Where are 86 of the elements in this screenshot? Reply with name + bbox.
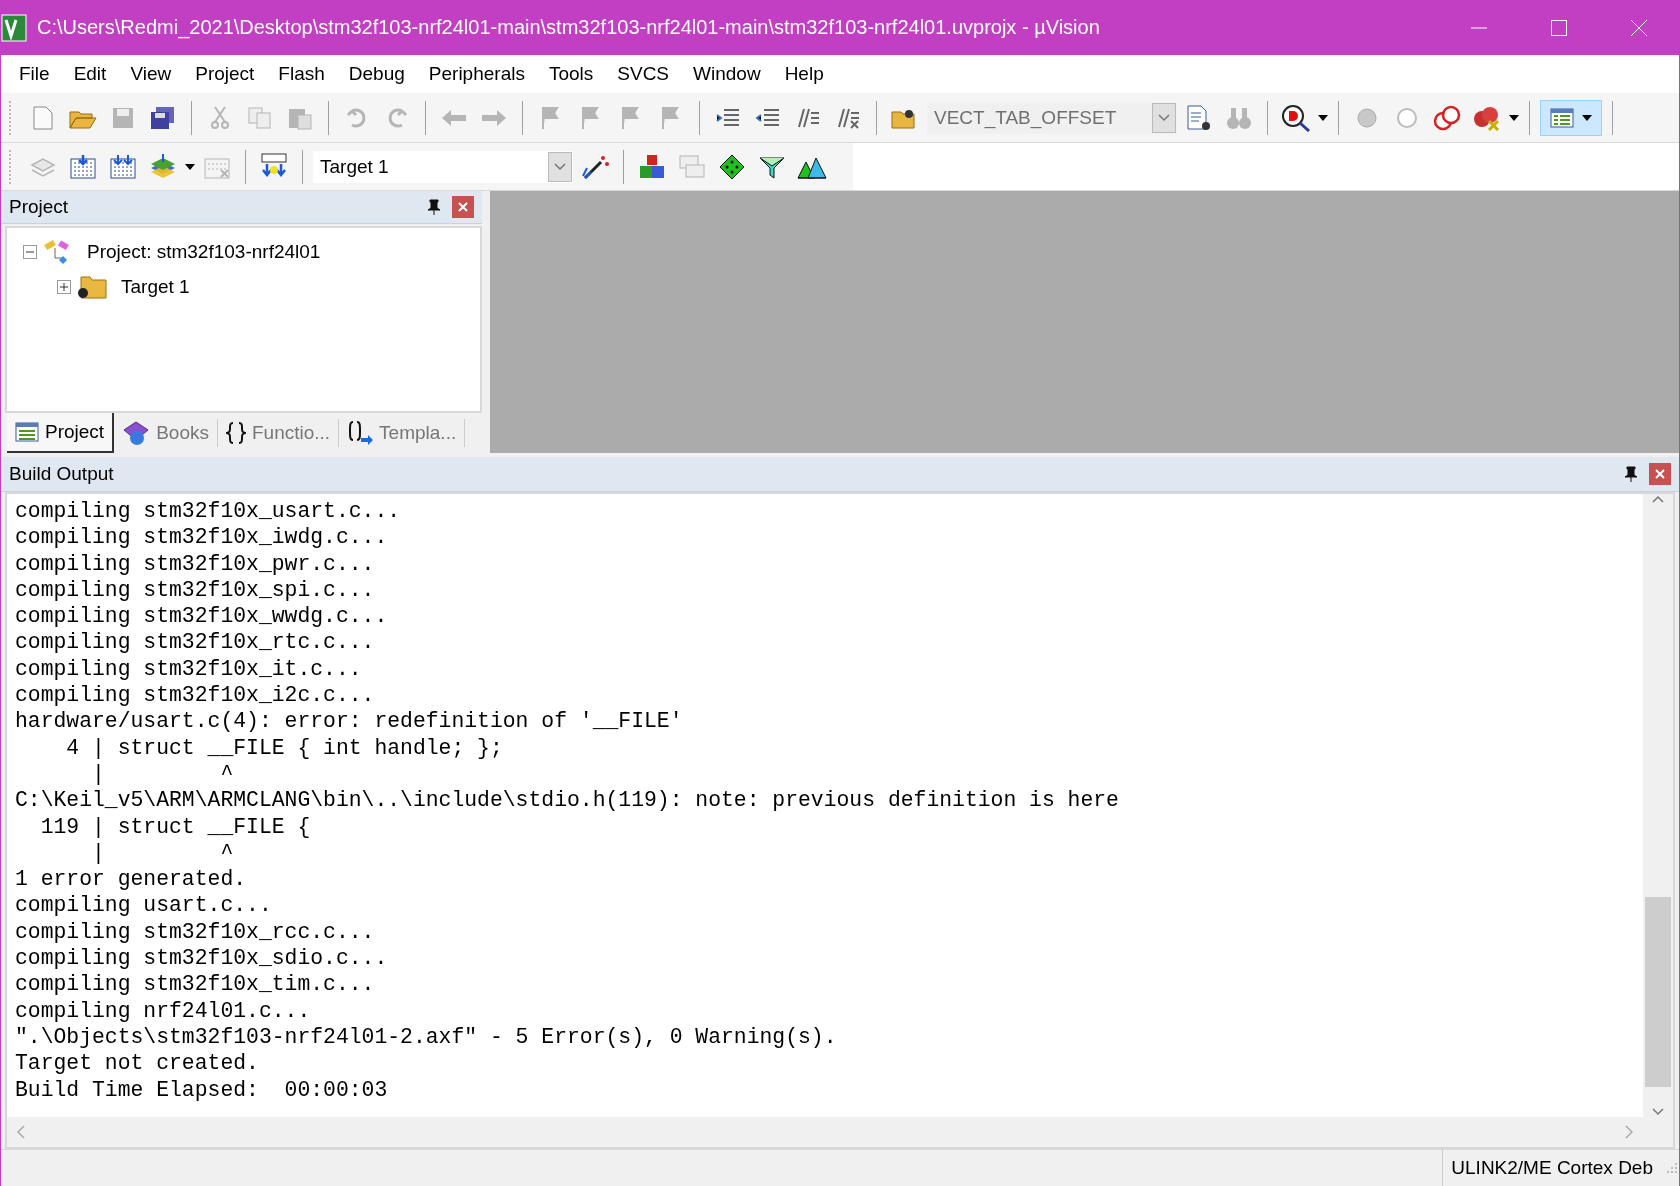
chevron-down-icon[interactable] bbox=[553, 161, 567, 172]
output-line: compiling stm32f10x_iwdg.c... bbox=[15, 524, 389, 551]
uncomment-icon[interactable] bbox=[836, 106, 860, 129]
output-line: Build Time Elapsed: 00:00:03 bbox=[15, 1076, 389, 1103]
batch-build-icon[interactable] bbox=[149, 153, 177, 180]
output-line: compiling stm32f10x_pwr.c... bbox=[15, 550, 376, 577]
debug-magnifier-icon[interactable] bbox=[1281, 103, 1311, 132]
menu-item[interactable]: Help bbox=[772, 63, 836, 85]
scroll-down-icon[interactable] bbox=[1651, 1107, 1665, 1117]
menu-item[interactable]: SVCS bbox=[605, 63, 682, 85]
output-line: compiling stm32f10x_i2c.c... bbox=[15, 682, 376, 709]
target-folder-icon bbox=[77, 274, 107, 299]
project-window-icon bbox=[15, 422, 39, 442]
output-line: compiling stm32f10x_it.c... bbox=[15, 655, 363, 683]
pin-icon[interactable] bbox=[1625, 466, 1637, 482]
output-line: compiling stm32f10x_tim.c... bbox=[15, 971, 376, 998]
diamond-icon[interactable] bbox=[719, 153, 745, 180]
tab-label: Templa... bbox=[379, 422, 457, 444]
magic-wand-icon[interactable] bbox=[581, 153, 609, 180]
menu-item[interactable]: Project bbox=[183, 63, 267, 85]
caret-icon[interactable] bbox=[1509, 114, 1519, 121]
panel-tab[interactable]: Books bbox=[114, 419, 218, 447]
close-button[interactable] bbox=[1649, 463, 1671, 485]
menu-item[interactable]: Peripherals bbox=[416, 63, 537, 85]
unindent-icon[interactable] bbox=[756, 106, 780, 129]
tab-label: Functio... bbox=[251, 422, 331, 444]
output-line: | ^ bbox=[91, 839, 235, 867]
output-line: 1 error generated. bbox=[15, 866, 248, 893]
caret-icon[interactable] bbox=[185, 163, 195, 170]
menu-item[interactable]: Debug bbox=[336, 63, 417, 85]
pin-icon[interactable] bbox=[428, 199, 440, 215]
panel-tab[interactable]: Templa... bbox=[339, 419, 466, 447]
output-line: ".\Objects\stm32f103-nrf24l01-2.axf" - 5 Error(s), 0 Warning(s). bbox=[15, 1023, 838, 1051]
panel-tab[interactable]: Project bbox=[7, 413, 115, 453]
component-blocks-icon[interactable] bbox=[639, 153, 665, 180]
caret-icon[interactable] bbox=[1318, 114, 1328, 121]
output-line: compiling stm32f10x_spi.c... bbox=[15, 576, 376, 604]
tab-label: Books bbox=[156, 422, 209, 444]
output-line: 119 | struct __FILE { bbox=[39, 813, 312, 840]
output-line: compiling nrf24l01.c... bbox=[15, 997, 312, 1024]
close-icon bbox=[1655, 469, 1665, 479]
expand-toggle-icon[interactable] bbox=[57, 279, 71, 294]
scroll-up-icon[interactable] bbox=[1651, 494, 1665, 504]
close-icon bbox=[458, 202, 468, 212]
close-button[interactable] bbox=[452, 196, 474, 218]
menu-item[interactable]: File bbox=[7, 63, 62, 85]
output-line: compiling stm32f10x_rtc.c... bbox=[15, 629, 376, 656]
output-line: hardware/usart.c(4): error: redefinition of '__FILE' bbox=[15, 708, 684, 735]
output-line: compiling stm32f10x_rcc.c... bbox=[15, 918, 376, 946]
menu-item[interactable]: Tools bbox=[536, 63, 606, 85]
window-title: C:\Users\Redmi_2021\Desktop\stm32f103-nrf24l01-main\stm32f103-nrf24l01-main\stm32f103-nrf24l01.uvprojx - µVision bbox=[37, 16, 1101, 39]
output-line: 4 | struct __FILE { int handle; }; bbox=[65, 734, 504, 761]
panel-title: Project bbox=[9, 196, 70, 218]
braces-icon bbox=[225, 422, 246, 444]
find-document-icon[interactable] bbox=[1186, 104, 1212, 131]
panel-tab[interactable]: Functio... bbox=[217, 419, 340, 447]
menu-item[interactable]: Flash bbox=[266, 63, 337, 85]
menu-item[interactable]: View bbox=[118, 63, 184, 85]
collapse-toggle-icon[interactable] bbox=[23, 244, 37, 259]
tree-item[interactable]: Target 1 bbox=[121, 275, 190, 298]
menu-item[interactable]: Window bbox=[681, 63, 773, 85]
scrollbar-thumb[interactable] bbox=[1645, 897, 1671, 1087]
comment-icon[interactable] bbox=[796, 106, 820, 129]
maximize-icon[interactable] bbox=[1551, 19, 1567, 36]
output-line: Target not created. bbox=[15, 1050, 260, 1077]
app-logo-icon bbox=[1, 13, 27, 42]
template-braces-icon bbox=[347, 421, 374, 445]
tree-item[interactable]: Project: stm32f103-nrf24l01 bbox=[87, 240, 321, 263]
caret-icon[interactable] bbox=[1582, 114, 1592, 121]
output-line: compiling stm32f10x_usart.c... bbox=[15, 498, 402, 525]
output-line: compiling stm32f10x_sdio.c... bbox=[15, 945, 389, 972]
save-all-icon[interactable] bbox=[150, 105, 176, 130]
close-icon[interactable] bbox=[1631, 19, 1647, 36]
output-line: compiling usart.c... bbox=[15, 892, 273, 919]
output-line: | ^ bbox=[91, 760, 235, 788]
output-line: compiling stm32f10x_wwdg.c... bbox=[15, 603, 389, 630]
indent-icon[interactable] bbox=[716, 106, 740, 129]
tab-label: Project bbox=[45, 421, 105, 443]
linked-circles-icon[interactable] bbox=[1433, 104, 1461, 131]
panel-title: Build Output bbox=[9, 463, 115, 485]
menu-item[interactable]: Edit bbox=[61, 63, 119, 85]
minimize-icon[interactable] bbox=[1471, 26, 1487, 29]
window-layout-icon[interactable] bbox=[1550, 107, 1574, 128]
output-line: C:\Keil_v5\ARM\ARMCLANG\bin\..\include\stdio.h(119): note: previous definition is here bbox=[15, 787, 1120, 814]
target-combo[interactable]: Target 1 bbox=[313, 150, 573, 183]
status-text: ULINK2/ME Cortex Deb bbox=[1442, 1150, 1661, 1186]
